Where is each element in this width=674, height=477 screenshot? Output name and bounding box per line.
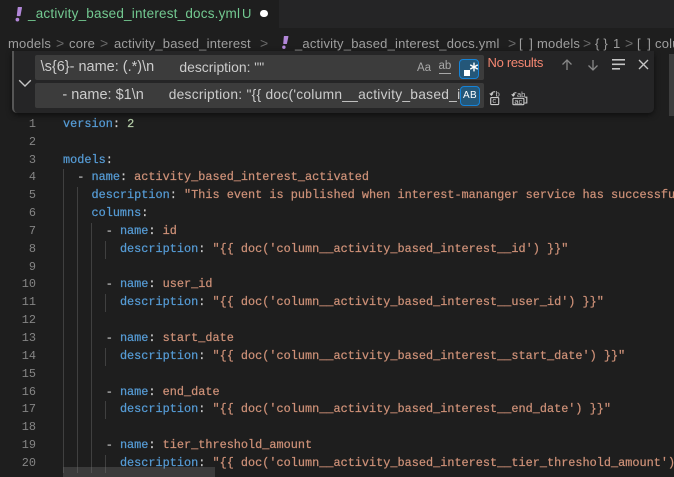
svg-text:c: c xyxy=(492,96,496,105)
svg-text:ac: ac xyxy=(514,96,522,105)
svg-text:b: b xyxy=(496,90,500,98)
